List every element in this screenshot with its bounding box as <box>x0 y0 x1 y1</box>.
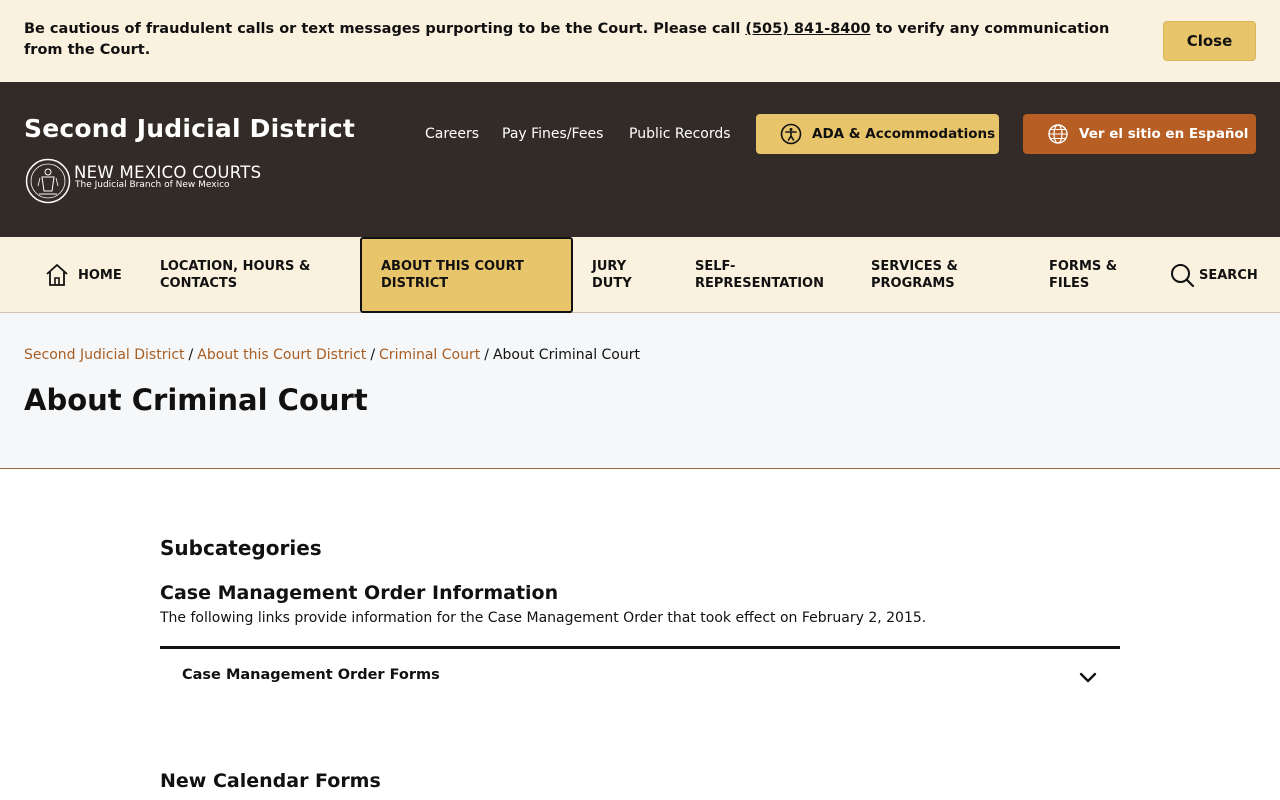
case-management-forms-accordion[interactable]: Case Management Order Forms <box>160 646 1120 702</box>
nav-about-court-district[interactable]: ABOUT THIS COURT DISTRICT <box>360 237 573 313</box>
nav-label-line1: FORMS & <box>1049 259 1118 274</box>
main-navigation: HOME LOCATION, HOURS & CONTACTS ABOUT THI… <box>0 237 1280 313</box>
breadcrumb-separator: / <box>188 347 194 363</box>
breadcrumb-current: About Criminal Court <box>492 347 640 363</box>
nav-jury-duty[interactable]: JURY DUTY <box>592 237 632 313</box>
nav-label-line1: SERVICES & <box>871 259 958 274</box>
nav-label-line2: FILES <box>1049 276 1090 291</box>
nav-forms-files[interactable]: FORMS & FILES <box>1049 237 1117 313</box>
public-records-link[interactable]: Public Records <box>629 126 731 142</box>
careers-link[interactable]: Careers <box>425 126 479 142</box>
alert-text-before: Be cautious of fraudulent calls or text … <box>24 21 746 37</box>
pay-fines-link[interactable]: Pay Fines/Fees <box>502 126 603 142</box>
nav-label-line1: SELF- <box>695 259 736 274</box>
nav-search[interactable]: SEARCH <box>1170 237 1258 313</box>
nav-label-line1: JURY <box>592 259 627 274</box>
nav-label-line2: DISTRICT <box>381 276 449 291</box>
new-calendar-forms-heading: New Calendar Forms <box>160 770 381 792</box>
nav-home-label: HOME <box>78 267 122 283</box>
page-title: About Criminal Court <box>24 383 368 417</box>
nav-label-line2: DUTY <box>592 276 632 291</box>
spanish-site-button[interactable]: Ver el sitio en Español <box>1023 114 1256 154</box>
home-icon <box>46 264 68 286</box>
ada-accommodations-button[interactable]: ADA & Accommodations <box>756 114 999 154</box>
nav-label-line1: ABOUT THIS COURT <box>381 259 524 274</box>
breadcrumb-link-about[interactable]: About this Court District <box>197 347 366 363</box>
accordion-label: Case Management Order Forms <box>182 667 440 683</box>
globe-icon <box>1048 124 1068 144</box>
nav-location-hours-contacts[interactable]: LOCATION, HOURS & CONTACTS <box>160 237 310 313</box>
breadcrumb: Second Judicial District / About this Cour… <box>24 347 640 363</box>
site-title[interactable]: Second Judicial District <box>24 114 355 143</box>
case-management-heading: Case Management Order Information <box>160 582 559 604</box>
alert-phone-link[interactable]: (505) 841-8400 <box>745 21 870 37</box>
subcategories-heading: Subcategories <box>160 536 322 560</box>
breadcrumb-separator: / <box>370 347 376 363</box>
nav-label-line1: LOCATION, HOURS & <box>160 259 311 274</box>
case-management-description: The following links provide information … <box>160 610 927 626</box>
nav-label-line2: CONTACTS <box>160 276 238 291</box>
chevron-down-icon <box>1079 672 1097 683</box>
fraud-alert-banner: Be cautious of fraudulent calls or text … <box>0 0 1280 82</box>
spanish-label: Ver el sitio en Español <box>1079 126 1249 142</box>
search-icon <box>1171 263 1195 287</box>
breadcrumb-link-criminal[interactable]: Criminal Court <box>379 347 480 363</box>
accessibility-icon <box>780 123 802 145</box>
ada-label: ADA & Accommodations <box>812 126 996 142</box>
close-alert-button[interactable]: Close <box>1163 21 1256 61</box>
alert-message: Be cautious of fraudulent calls or text … <box>24 19 1134 61</box>
page-header: Second Judicial District / About this Cour… <box>0 313 1280 469</box>
nav-search-label: SEARCH <box>1199 267 1258 283</box>
breadcrumb-link-home[interactable]: Second Judicial District <box>24 347 185 363</box>
site-header: Second Judicial District NEW MEXICO COUR… <box>0 82 1280 237</box>
nav-home[interactable]: HOME <box>44 237 122 313</box>
nav-label-line2: REPRESENTATION <box>695 276 824 291</box>
nav-label-line2: PROGRAMS <box>871 276 955 291</box>
brand-tagline: The Judicial Branch of New Mexico <box>75 180 230 190</box>
nav-services-programs[interactable]: SERVICES & PROGRAMS <box>871 237 958 313</box>
nav-self-representation[interactable]: SELF- REPRESENTATION <box>695 237 824 313</box>
court-seal-icon <box>25 158 71 204</box>
breadcrumb-separator: / <box>484 347 489 363</box>
